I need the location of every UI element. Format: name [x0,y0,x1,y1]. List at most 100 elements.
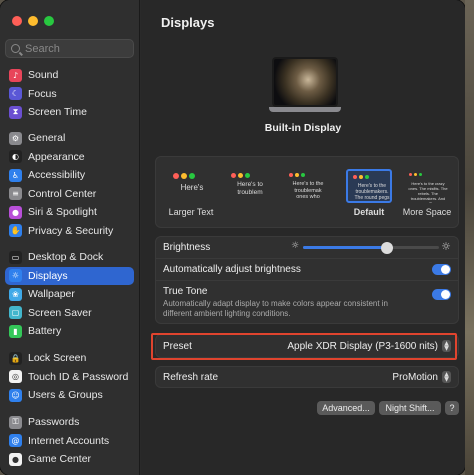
brightness-panel: Brightness ☼ ☼ Automatically adjust brig… [155,236,459,324]
sidebar-item-label: Touch ID & Password [28,370,129,383]
resolution-preview: Here's to the troublemak ones who [284,169,330,203]
sidebar-item-label: Desktop & Dock [28,251,104,264]
sidebar-group: ♪ Sound ☾ Focus ⧗ Screen Time [5,66,134,122]
resolution-option[interactable]: Here's to the crazy ones. The misfits. T… [400,169,454,217]
resolution-option-label: More Space [402,207,452,217]
window-controls [12,16,54,26]
sidebar-group: 🔒 Lock Screen ◎ Touch ID & Password ☺ Users &… [5,349,134,405]
sidebar-group: ⚿ Passwords @ Internet Accounts ● Game Center [5,413,134,469]
gear-icon: ⚙ [9,131,22,145]
sidebar-item-screen-time[interactable]: ⧗ Screen Time [5,103,134,122]
sidebar-item-users-groups[interactable]: ☺ Users & Groups [5,386,134,405]
sidebar-item-touch-id-password[interactable]: ◎ Touch ID & Password [5,368,134,387]
resolution-option[interactable]: Here's to the troublemakers. The round p… [342,169,396,217]
advanced-button[interactable]: Advanced... [317,401,375,415]
resolution-options: Here's Larger Text Here's to troublem Here'… [156,163,460,223]
resolution-preview-text: Here's to the troublemakers. The round p… [354,183,390,201]
brightness-slider[interactable]: ☼ ☼ [291,239,451,255]
true-tone-toggle[interactable] [432,289,451,300]
sidebar-item-displays[interactable]: ☼ Displays [5,266,134,285]
display-screen-image [272,57,338,107]
sun-bright-icon: ☼ [441,239,451,253]
sidebar-item-privacy-security[interactable]: ✋ Privacy & Security [5,222,134,241]
search-input[interactable] [25,42,125,55]
sidebar-item-focus[interactable]: ☾ Focus [5,85,134,104]
hourglass-icon: ⧗ [9,105,22,119]
siri-icon: ● [9,205,22,219]
lock-icon: 🔒 [9,351,22,365]
preset-panel: Preset Apple XDR Display (P3-1600 nits) … [155,334,459,358]
slider-fill [303,246,388,249]
true-tone-row: True Tone Automatically adapt display to… [156,281,458,321]
sidebar-item-passwords[interactable]: ⚿ Passwords [5,413,134,432]
display-thumbnail[interactable] [269,57,341,115]
slider-knob[interactable] [381,241,394,254]
desktop-background [465,0,474,475]
sidebar: ♪ Sound ☾ Focus ⧗ Screen Time ⚙ General ◐ Appeara… [0,0,140,475]
sidebar-item-label: General [28,132,66,145]
sidebar-item-game-center[interactable]: ● Game Center [5,450,134,469]
displays-pane: Displays Built-in Display Here's Larger T… [141,0,465,475]
resolution-preview-text: Here's [180,183,204,192]
page-title: Displays [161,15,215,30]
sidebar-item-desktop-dock[interactable]: ▭ Desktop & Dock [5,248,134,267]
fingerprint-icon: ◎ [9,370,22,384]
sidebar-item-label: Focus [28,87,57,100]
sidebar-item-appearance[interactable]: ◐ Appearance [5,148,134,167]
refresh-rate-value: ProMotion [392,371,438,383]
minimize-button[interactable] [28,16,38,26]
resolution-preview-text: Here's to the crazy ones. The misfits. T… [408,181,448,203]
sidebar-item-battery[interactable]: ▮ Battery [5,322,134,341]
control-center-icon: ≡ [9,187,22,201]
sidebar-item-siri-spotlight[interactable]: ● Siri & Spotlight [5,203,134,222]
auto-brightness-toggle[interactable] [432,264,451,275]
preset-value: Apple XDR Display (P3-1600 nits) [287,340,438,352]
sidebar-item-control-center[interactable]: ≡ Control Center [5,185,134,204]
search-icon [11,44,20,53]
close-button[interactable] [12,16,22,26]
accessibility-icon: ♿ [9,168,22,182]
sidebar-item-sound[interactable]: ♪ Sound [5,66,134,85]
sidebar-item-wallpaper[interactable]: ❀ Wallpaper [5,285,134,304]
sidebar-item-label: Users & Groups [28,389,103,402]
sidebar-item-screen-saver[interactable]: ▢ Screen Saver [5,304,134,323]
sidebar-item-label: Game Center [28,453,92,466]
sidebar-item-internet-accounts[interactable]: @ Internet Accounts [5,432,134,451]
resolution-preview: Here's to troublem [226,169,272,203]
help-button[interactable]: ? [445,401,459,415]
preset-popup[interactable]: Apple XDR Display (P3-1600 nits) ▲ ▼ [287,340,451,352]
at-icon: @ [9,434,22,448]
night-shift-button[interactable]: Night Shift... [379,401,441,415]
sidebar-item-label: Appearance [28,150,85,163]
laptop-base [269,107,341,112]
system-settings-window: ♪ Sound ☾ Focus ⧗ Screen Time ⚙ General ◐ Appeara… [0,0,465,475]
window-dots-icon [289,173,305,177]
sidebar-item-label: Displays [28,269,68,282]
appearance-icon: ◐ [9,150,22,164]
sidebar-item-label: Siri & Spotlight [28,206,97,219]
moon-icon: ☾ [9,87,22,101]
display-name: Built-in Display [264,122,342,134]
sidebar-group: ⚙ General ◐ Appearance ♿ Accessibility ≡ Contro… [5,129,134,240]
search-field[interactable] [5,39,134,58]
sidebar-item-label: Lock Screen [28,352,87,365]
sidebar-item-label: Privacy & Security [28,224,114,237]
sidebar-item-label: Internet Accounts [28,434,110,447]
zoom-button[interactable] [44,16,54,26]
sidebar-item-general[interactable]: ⚙ General [5,129,134,148]
sidebar-item-label: Screen Time [28,106,87,119]
resolution-option-label: Larger Text [168,207,214,217]
sidebar-item-accessibility[interactable]: ♿ Accessibility [5,166,134,185]
sidebar-item-label: Battery [28,325,62,338]
resolution-option[interactable]: Here's to troublem [222,169,276,207]
sidebar-item-lock-screen[interactable]: 🔒 Lock Screen [5,349,134,368]
sun-icon: ☼ [9,269,22,283]
resolution-preview: Here's [168,169,214,203]
resolution-panel: Here's Larger Text Here's to troublem Here'… [155,156,459,228]
preset-label: Preset [163,340,192,352]
resolution-option[interactable]: Here's Larger Text [164,169,218,217]
refresh-rate-popup[interactable]: ProMotion ▲ ▼ [392,371,451,383]
resolution-option[interactable]: Here's to the troublemak ones who [280,169,334,207]
sidebar-item-label: Screen Saver [28,306,92,319]
chevron-up-down-icon: ▲ ▼ [442,371,451,383]
